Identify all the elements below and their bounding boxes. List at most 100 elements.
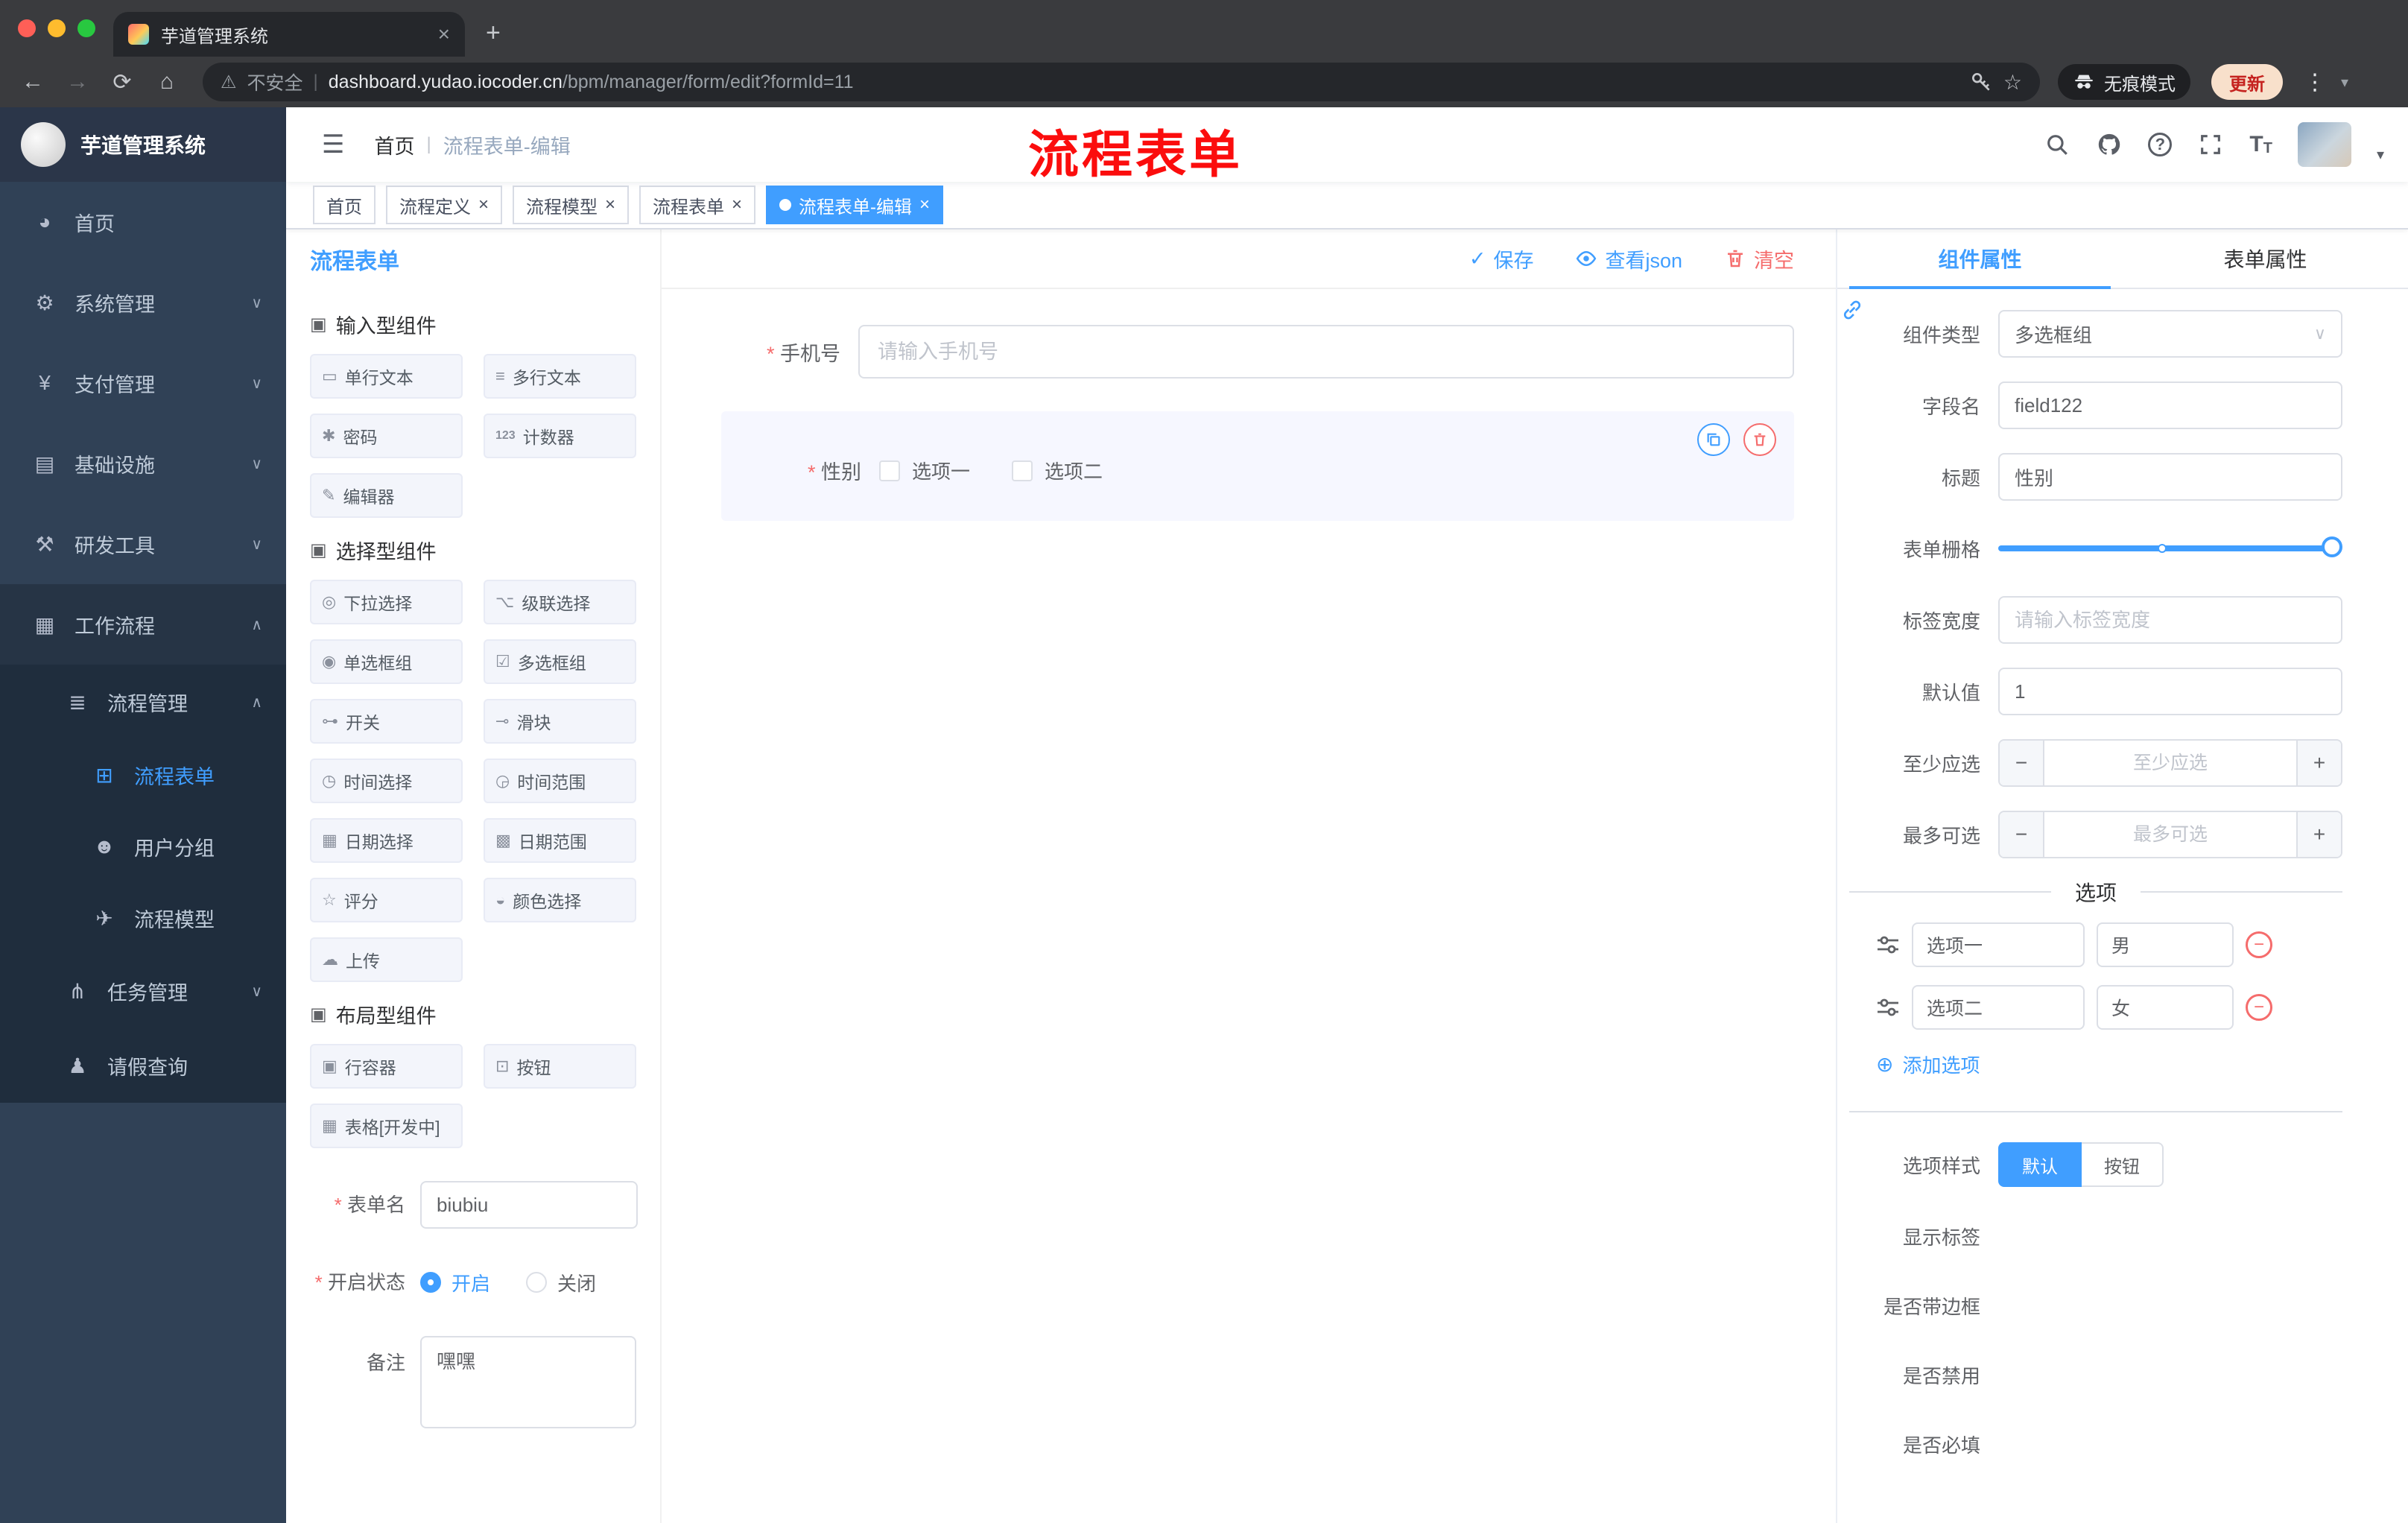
chevron-down-icon[interactable]: ▾ [2341, 73, 2348, 92]
save-button[interactable]: ✓ 保存 [1469, 244, 1534, 273]
sidebar-item-task-management[interactable]: ⋔ 任务管理 ∨ [0, 954, 286, 1028]
window-minimize-button[interactable] [48, 19, 66, 37]
canvas-field-phone[interactable]: 手机号 [721, 325, 1794, 379]
form-remark-textarea[interactable]: 嘿嘿 [420, 1336, 636, 1428]
password-key-icon[interactable] [1969, 70, 1993, 94]
component-switch[interactable]: ⊶ 开关 [310, 699, 463, 744]
home-button[interactable]: ⌂ [149, 69, 185, 95]
drag-handle-icon[interactable] [1876, 933, 1900, 957]
sidebar-logo[interactable]: 芋道管理系统 [0, 107, 286, 182]
avatar-caret-icon[interactable]: ▾ [2377, 145, 2384, 164]
field-name-input[interactable] [1998, 381, 2342, 429]
form-name-input[interactable] [420, 1181, 638, 1229]
window-zoom-button[interactable] [77, 19, 95, 37]
style-button-button[interactable]: 按钮 [2082, 1142, 2164, 1187]
sidebar-item-leave-query[interactable]: ♟ 请假查询 [0, 1028, 286, 1103]
component-counter[interactable]: 123 计数器 [484, 414, 636, 458]
github-icon[interactable] [2096, 131, 2123, 158]
option-label-input[interactable] [1912, 922, 2085, 967]
help-icon[interactable]: ? [2148, 133, 2173, 156]
tag-close-icon[interactable]: × [919, 194, 930, 215]
component-radio-group[interactable]: ◉ 单选框组 [310, 639, 463, 684]
decrease-button[interactable]: − [2000, 812, 2044, 857]
form-grid-slider[interactable] [1998, 525, 2342, 572]
max-select-input[interactable] [2044, 812, 2296, 857]
component-checkbox-group[interactable]: ☑ 多选框组 [484, 639, 636, 684]
sidebar-toggle-icon[interactable]: ☰ [322, 130, 344, 159]
component-time-picker[interactable]: ◷ 时间选择 [310, 759, 463, 803]
chrome-update-button[interactable]: 更新 [2211, 64, 2283, 100]
window-close-button[interactable] [18, 19, 36, 37]
tag-process-form[interactable]: 流程表单 × [639, 186, 756, 224]
sidebar-item-process-management[interactable]: ≣ 流程管理 ∧ [0, 665, 286, 739]
link-icon[interactable] [1840, 298, 1867, 325]
tag-process-form-edit[interactable]: 流程表单-编辑 × [766, 186, 944, 224]
tag-close-icon[interactable]: × [732, 194, 742, 215]
label-width-input[interactable] [1998, 596, 2342, 644]
forward-button[interactable]: → [60, 69, 95, 95]
component-type-select[interactable]: 多选框组 ∨ [1998, 310, 2342, 358]
remove-option-button[interactable]: − [2246, 994, 2272, 1021]
component-date-range[interactable]: ▩ 日期范围 [484, 818, 636, 863]
slider-handle[interactable] [2322, 536, 2342, 557]
component-color-picker[interactable]: ◒ 颜色选择 [484, 878, 636, 922]
component-single-line-text[interactable]: ▭ 单行文本 [310, 354, 463, 399]
status-on-radio[interactable]: 开启 [420, 1269, 490, 1296]
style-default-button[interactable]: 默认 [1998, 1142, 2082, 1187]
component-button[interactable]: ⊡ 按钮 [484, 1044, 636, 1089]
component-upload[interactable]: ☁ 上传 [310, 937, 463, 982]
canvas-field-gender-selected[interactable]: 性别 选项一 选项二 [721, 411, 1794, 521]
breadcrumb-home[interactable]: 首页 [374, 130, 414, 159]
option-label-input[interactable] [1912, 985, 2085, 1030]
view-json-button[interactable]: 查看json [1575, 244, 1682, 273]
gender-option-1-checkbox[interactable]: 选项一 [879, 457, 970, 484]
search-icon[interactable] [2044, 131, 2070, 158]
phone-input[interactable] [858, 325, 1794, 379]
component-slider[interactable]: ⊸ 滑块 [484, 699, 636, 744]
sidebar-item-system[interactable]: ⚙ 系统管理 ∨ [0, 262, 286, 343]
sidebar-item-user-group[interactable]: ☻ 用户分组 [0, 811, 286, 882]
copy-component-button[interactable] [1697, 423, 1730, 456]
fullscreen-icon[interactable] [2197, 131, 2224, 158]
browser-menu-icon[interactable]: ⋮ [2304, 69, 2326, 95]
font-size-icon[interactable]: TT [2249, 132, 2272, 157]
status-off-radio[interactable]: 关闭 [526, 1269, 596, 1296]
address-bar[interactable]: ⚠ 不安全 | dashboard.yudao.iocoder.cn/bpm/m… [203, 63, 2040, 101]
clear-button[interactable]: 清空 [1724, 244, 1794, 273]
sidebar-item-payment[interactable]: ¥ 支付管理 ∨ [0, 343, 286, 423]
increase-button[interactable]: + [2296, 741, 2341, 785]
add-option-button[interactable]: ⊕ 添加选项 [1876, 1051, 2342, 1078]
sidebar-item-process-model[interactable]: ✈ 流程模型 [0, 882, 286, 954]
tag-close-icon[interactable]: × [605, 194, 615, 215]
component-table[interactable]: ▦ 表格[开发中] [310, 1104, 463, 1148]
sidebar-item-infrastructure[interactable]: ▤ 基础设施 ∨ [0, 423, 286, 504]
gender-option-2-checkbox[interactable]: 选项二 [1012, 457, 1103, 484]
option-value-input[interactable] [2097, 922, 2234, 967]
component-row-container[interactable]: ▣ 行容器 [310, 1044, 463, 1089]
tag-home[interactable]: 首页 [313, 186, 376, 224]
tag-process-model[interactable]: 流程模型 × [513, 186, 630, 224]
sidebar-item-workflow[interactable]: ▦ 工作流程 ∧ [0, 584, 286, 665]
tab-component-properties[interactable]: 组件属性 [1837, 229, 2123, 289]
browser-tab[interactable]: 芋道管理系统 × [113, 12, 465, 57]
title-input[interactable] [1998, 453, 2342, 501]
component-password[interactable]: ✱ 密码 [310, 414, 463, 458]
tab-close-icon[interactable]: × [438, 24, 450, 45]
option-value-input[interactable] [2097, 985, 2234, 1030]
delete-component-button[interactable] [1743, 423, 1776, 456]
new-tab-button[interactable]: + [486, 19, 501, 57]
remove-option-button[interactable]: − [2246, 931, 2272, 958]
decrease-button[interactable]: − [2000, 741, 2044, 785]
drag-handle-icon[interactable] [1876, 995, 1900, 1019]
reload-button[interactable]: ⟳ [104, 69, 140, 95]
component-cascade-select[interactable]: ⌥ 级联选择 [484, 580, 636, 624]
bookmark-star-icon[interactable]: ☆ [2003, 70, 2022, 95]
default-value-input[interactable] [1998, 668, 2342, 715]
back-button[interactable]: ← [15, 69, 51, 95]
component-time-range[interactable]: ◶ 时间范围 [484, 759, 636, 803]
tag-process-definition[interactable]: 流程定义 × [386, 186, 503, 224]
component-multi-line-text[interactable]: ≡ 多行文本 [484, 354, 636, 399]
component-dropdown-select[interactable]: ◎ 下拉选择 [310, 580, 463, 624]
increase-button[interactable]: + [2296, 812, 2341, 857]
user-avatar[interactable] [2297, 122, 2351, 167]
